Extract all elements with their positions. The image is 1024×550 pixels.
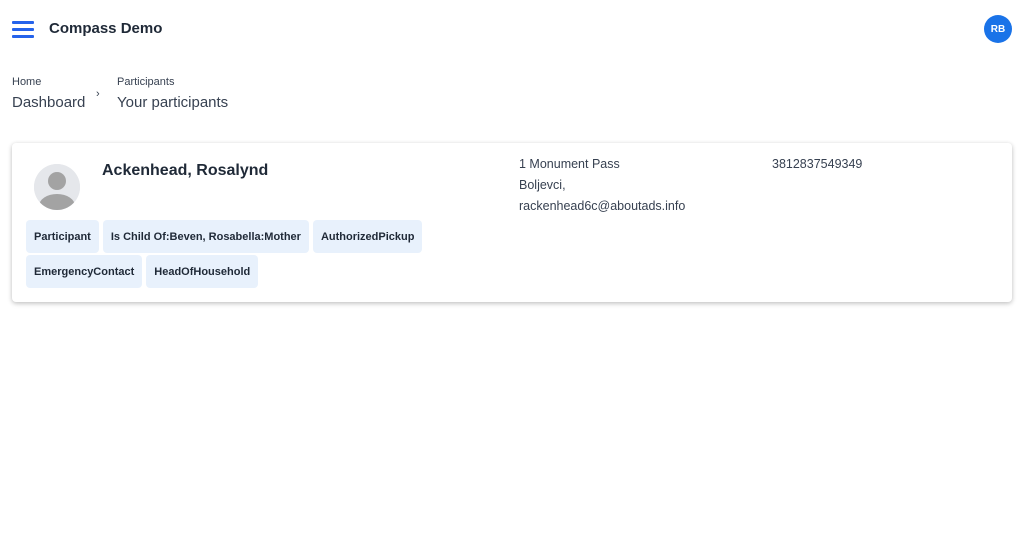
participant-name[interactable]: Ackenhead, Rosalynd (102, 162, 268, 180)
breadcrumb-home-label: Dashboard (12, 94, 86, 111)
hamburger-menu-icon[interactable] (12, 21, 34, 39)
breadcrumb-home-caption: Home (12, 76, 42, 88)
breadcrumb-current: Participants Your participants (117, 76, 228, 111)
address-line-2: Boljevci, (519, 178, 566, 192)
breadcrumb-home[interactable]: Home Dashboard (12, 76, 85, 111)
participant-address: 1 Monument Pass Boljevci, rackenhead6c@a… (519, 154, 685, 217)
person-placeholder-icon (34, 164, 80, 210)
participant-phone: 3812837549349 (772, 157, 863, 171)
breadcrumb-current-label: Your participants (117, 94, 229, 111)
tag-child-of: Is Child Of:Beven, Rosabella:Mother (102, 220, 309, 253)
participant-card[interactable]: Ackenhead, Rosalynd 1 Monument Pass Bolj… (12, 143, 1012, 302)
app-title: Compass Demo (49, 20, 163, 37)
participant-email[interactable]: rackenhead6c@aboutads.info (519, 196, 685, 217)
tag-authorized-pickup: AuthorizedPickup (312, 220, 423, 253)
tag-emergency-contact: EmergencyContact (26, 255, 143, 288)
app-header: Compass Demo RB (0, 0, 1024, 60)
participant-tags: Participant Is Child Of:Beven, Rosabella… (26, 220, 466, 290)
tag-participant: Participant (26, 220, 99, 253)
breadcrumb-current-caption: Participants (117, 76, 175, 88)
address-line-1: 1 Monument Pass (519, 157, 620, 171)
tag-head-of-household: HeadOfHousehold (146, 255, 259, 288)
user-avatar-button[interactable]: RB (984, 15, 1012, 43)
breadcrumb-separator: › (96, 88, 100, 100)
